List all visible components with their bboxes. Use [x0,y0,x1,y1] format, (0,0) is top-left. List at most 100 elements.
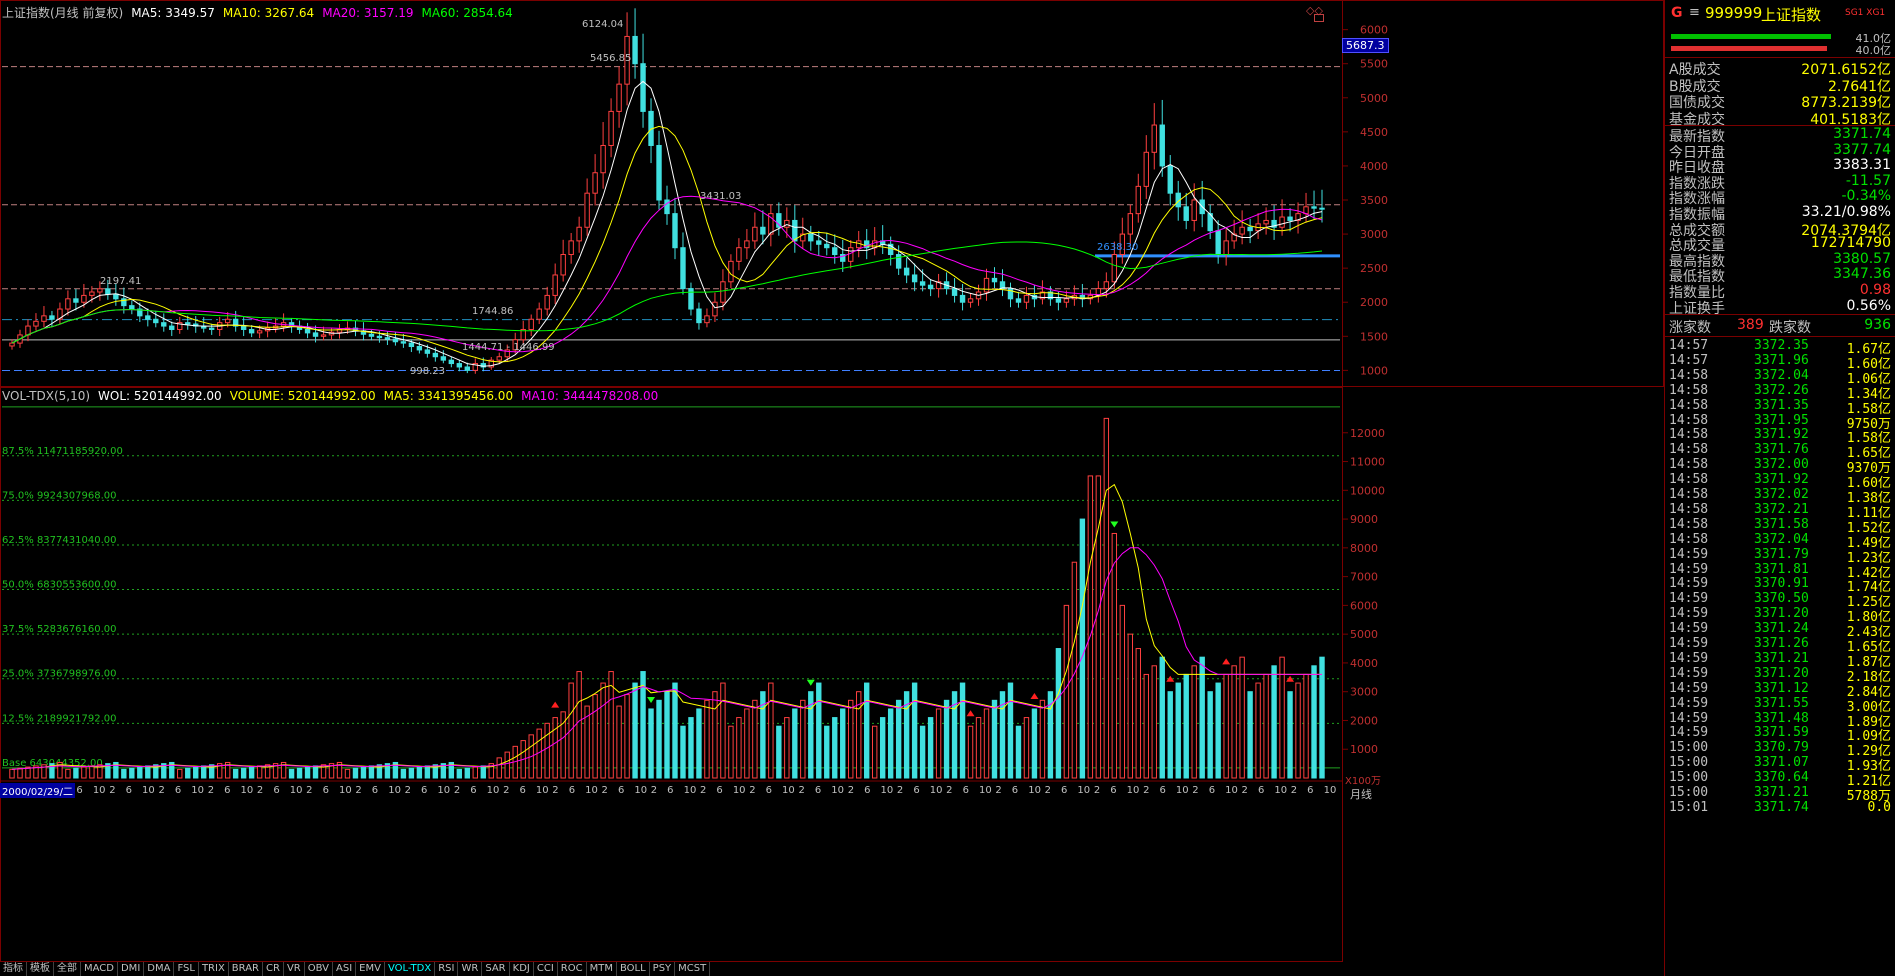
buy-signal-arrow [1030,692,1039,699]
x-axis-label: 6 [470,785,476,796]
price-axis-label: 3500 [1360,194,1388,207]
up-count-label: 涨家数 [1669,320,1711,336]
volume-axis-label: 4000 [1350,657,1378,670]
indicator-tab-23[interactable]: PSY [650,962,676,976]
x-axis-label: 6 [1258,785,1264,796]
tick-price: 3371.21 [1754,785,1809,800]
volume-bar [1231,665,1237,779]
candle-body [1311,206,1317,209]
volume-bar [576,671,582,779]
indicator-tab-0[interactable]: 指标 [0,962,27,976]
tick-time: 14:59 [1669,665,1709,681]
volume-bar [1015,725,1022,779]
chart-canvas[interactable]: 6000 5500 5000 4500 4000 3500 3000 2500 2000 1500… [0,0,1664,962]
volume-bar [959,682,966,779]
volume-bar [1055,648,1062,779]
volume-bar [1183,673,1189,779]
stat-value: 3380.57 [1833,250,1891,267]
indicator-tab-17[interactable]: SAR [482,962,510,976]
indicator-tab-24[interactable]: MCST [675,962,711,976]
indicator-tab-19[interactable]: CCI [534,962,558,976]
x-axis-label: 2 [405,785,411,796]
indicator-tab-6[interactable]: FSL [174,962,199,976]
indicator-tab-9[interactable]: CR [263,962,284,976]
stat-value: 172714790 [1810,235,1891,252]
x-axis-label: 2 [897,785,903,796]
volume-bar [1295,682,1301,779]
volume-axis-label: 7000 [1350,571,1378,584]
signal-tag[interactable]: SG1 XG1 [1845,8,1885,18]
x-axis-label: 6 [569,785,575,796]
indicator-tab-13[interactable]: EMV [356,962,385,976]
volume-bar [736,717,742,779]
candle-body [161,322,167,327]
volume-bar [1319,656,1325,779]
candle-body [416,346,423,351]
volume-bar [248,766,255,779]
tick-time: 14:59 [1669,636,1709,651]
indicator-tab-22[interactable]: BOLL [617,962,650,976]
tick-price: 3371.92 [1754,427,1809,443]
tick-time: 14:59 [1669,546,1709,562]
volume-bar [416,766,423,779]
tick-price: 3371.76 [1754,442,1809,458]
tick-row[interactable]: 15:01 3371.74 0.0 [1669,800,1891,818]
tick-time: 14:58 [1669,516,1709,532]
chart-box-icon[interactable] [1314,14,1324,22]
volume-bar [480,765,486,779]
indicator-tab-2[interactable]: 全部 [54,962,81,976]
tick-price: 3371.95 [1754,412,1809,428]
indicator-tab-3[interactable]: MACD [81,962,118,976]
indicator-tab-1[interactable]: 模板 [27,962,54,976]
indicator-tab-11[interactable]: OBV [305,962,333,976]
x-axis-label: 6 [1061,785,1067,796]
period-label[interactable]: 月线 [1350,786,1372,802]
indicator-tab-5[interactable]: DMA [144,962,175,976]
stat-value: -11.57 [1845,172,1891,189]
tick-price: 3371.74 [1754,799,1809,815]
volume-bar [792,708,798,779]
volume-bar [776,725,782,779]
indicator-tab-18[interactable]: KDJ [510,962,534,976]
volume-bar [816,682,822,779]
volume-bar [1287,691,1293,779]
indicator-tab-16[interactable]: WR [458,962,483,976]
candle-body [784,219,790,228]
x-axis-label: 6 [864,785,870,796]
candle-body [464,366,471,371]
tick-price: 3370.50 [1754,591,1809,607]
annotation-high2: 5456.85 [590,53,631,64]
indicator-tab-8[interactable]: BRAR [229,962,263,976]
candle-body [376,335,383,339]
volume-bar [504,751,510,779]
indicator-tab-12[interactable]: ASI [333,962,357,976]
candle-body [400,341,407,344]
volume-axis-label: 10000 [1350,484,1385,497]
x-axis-label: 6 [716,785,722,796]
volume-bar [648,708,654,779]
stat-value: 0.98 [1859,282,1891,298]
tick-time: 14:58 [1669,457,1709,473]
indicator-tab-10[interactable]: VR [284,962,305,976]
tick-time: 14:58 [1669,487,1709,502]
candle-body [672,213,678,249]
candle-body [848,247,854,262]
indicator-tab-20[interactable]: ROC [558,962,587,976]
indicator-tab-4[interactable]: DMI [118,962,145,976]
volume-bar [424,765,431,779]
tick-time: 14:59 [1669,695,1709,711]
volume-bar [1063,604,1070,779]
indicator-tab-14[interactable]: VOL-TDX [385,962,436,976]
volume-bar [704,699,710,779]
volume-bar [256,765,263,779]
indicator-tab-21[interactable]: MTM [587,962,617,976]
annotation-high3: 3431.03 [700,191,741,202]
g-label[interactable]: G [1671,5,1683,21]
menu-icon[interactable]: ≡ [1689,5,1700,20]
indicator-tab-7[interactable]: TRIX [199,962,229,976]
volume-bar [368,765,375,779]
x-axis-label: 2 [798,785,804,796]
volume-bar [887,708,894,779]
price-axis-label: 6000 [1360,24,1388,37]
indicator-tab-15[interactable]: RSI [435,962,459,976]
